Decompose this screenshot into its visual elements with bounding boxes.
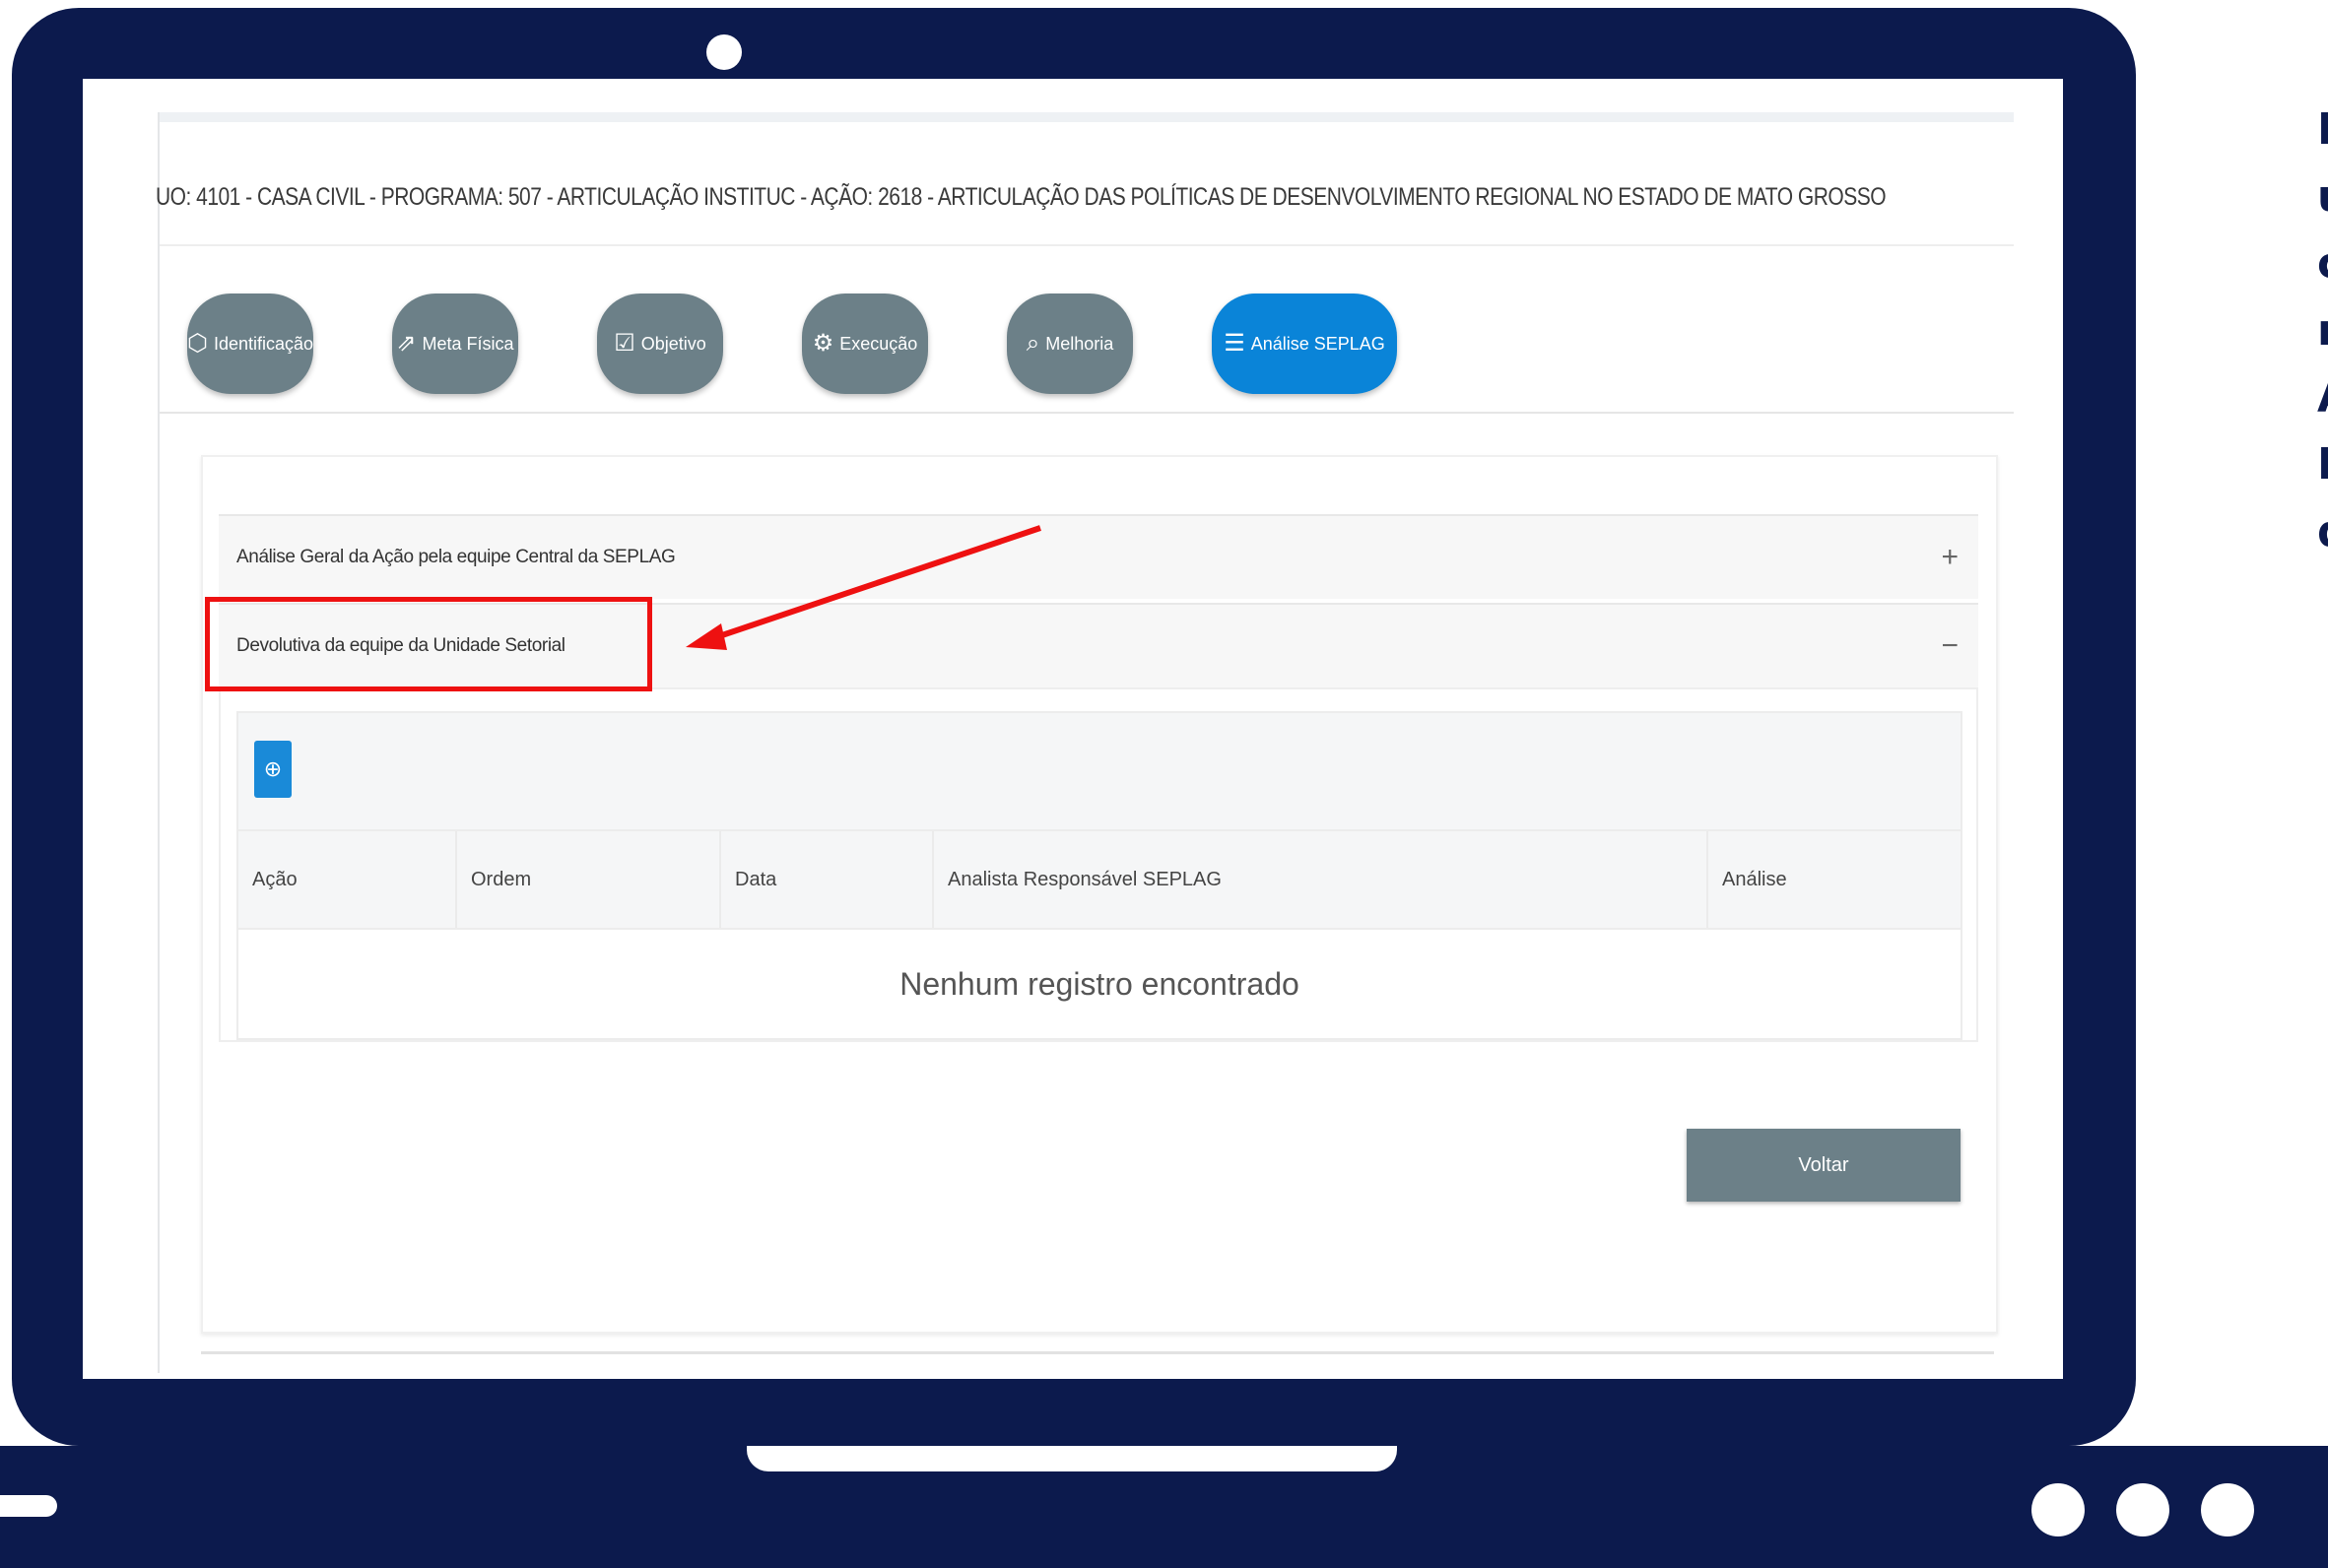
checkbox-icon: ☑: [614, 330, 635, 357]
caption-line: u: [2317, 163, 2328, 230]
divider: [160, 412, 2014, 414]
laptop-notch: [747, 1446, 1397, 1471]
camera-dot: [706, 34, 742, 70]
tab-objetivo[interactable]: ☑ Objetivo: [597, 294, 723, 394]
tab-label: Objetivo: [640, 333, 706, 354]
accordion-label: Análise Geral da Ação pela equipe Centra…: [236, 547, 676, 567]
app-window: UO: 4101 - CASA CIVIL - PROGRAMA: 507 - …: [156, 112, 2014, 1373]
tab-label: Execução: [839, 333, 918, 354]
expand-icon[interactable]: +: [1941, 541, 1959, 574]
table-header: Ação Ordem Data Analista Responsável SEP…: [236, 831, 1962, 930]
caption-line: A: [2317, 364, 2328, 431]
plus-circle-icon: ⊕: [263, 756, 283, 781]
divider: [160, 244, 2014, 246]
tab-analise-seplag[interactable]: ☰ Análise SEPLAG: [1212, 294, 1397, 394]
decorative-dot: [2031, 1483, 2085, 1536]
tag-icon: ⬡: [186, 330, 208, 357]
table-toolbar: ⊕: [236, 711, 1962, 831]
gear-icon: ⚙: [812, 330, 834, 357]
page-title: UO: 4101 - CASA CIVIL - PROGRAMA: 507 - …: [156, 183, 1887, 211]
column-header-data[interactable]: Data: [721, 831, 934, 928]
tab-melhoria[interactable]: ⌕ Melhoria: [1007, 294, 1133, 394]
caption-line: re: [2317, 305, 2328, 356]
analysis-panel: Análise Geral da Ação pela equipe Centra…: [201, 455, 1998, 1334]
accordion-general-analysis[interactable]: Análise Geral da Ação pela equipe Centra…: [219, 514, 1978, 599]
search-icon: ⌕: [1026, 330, 1040, 357]
feedback-table-panel: ⊕ Ação Ordem Data Analista Responsável S…: [219, 687, 1978, 1042]
column-header-analise[interactable]: Análise: [1708, 831, 1962, 928]
decorative-dash: [0, 1495, 57, 1517]
annotation-highlight-box: [205, 597, 652, 691]
tab-label: Melhoria: [1045, 333, 1114, 354]
add-record-button[interactable]: ⊕: [254, 741, 292, 798]
decorative-dot: [2116, 1483, 2169, 1536]
tab-identificacao[interactable]: ⬡ Identificação: [187, 294, 313, 394]
column-header-acao[interactable]: Ação: [238, 831, 457, 928]
caption-line: D: [2317, 431, 2328, 498]
column-header-ordem[interactable]: Ordem: [457, 831, 721, 928]
app-top-bar: [160, 112, 2014, 122]
caption-line: E: [2317, 97, 2328, 163]
back-button[interactable]: Voltar: [1687, 1129, 1961, 1202]
tab-label: Identificação: [213, 333, 314, 354]
divider: [201, 1351, 1994, 1354]
tab-label: Análise SEPLAG: [1250, 333, 1385, 354]
tab-meta-fisica[interactable]: ⇗ Meta Física: [392, 294, 518, 394]
collapse-icon[interactable]: −: [1941, 629, 1959, 663]
list-icon: ☰: [1224, 330, 1245, 357]
column-header-analista[interactable]: Analista Responsável SEPLAG: [934, 831, 1708, 928]
caption-line: d: [2317, 498, 2328, 565]
tab-label: Meta Física: [422, 333, 514, 354]
side-caption: E u c re A D d: [2317, 97, 2328, 565]
laptop-screen: UO: 4101 - CASA CIVIL - PROGRAMA: 507 - …: [83, 79, 2063, 1379]
chart-icon: ⇗: [396, 330, 417, 357]
laptop-frame: UO: 4101 - CASA CIVIL - PROGRAMA: 507 - …: [12, 8, 2136, 1446]
empty-table-message: Nenhum registro encontrado: [236, 930, 1962, 1040]
tab-execucao[interactable]: ⚙ Execução: [802, 294, 928, 394]
caption-line: c: [2317, 230, 2328, 297]
decorative-dot: [2201, 1483, 2254, 1536]
